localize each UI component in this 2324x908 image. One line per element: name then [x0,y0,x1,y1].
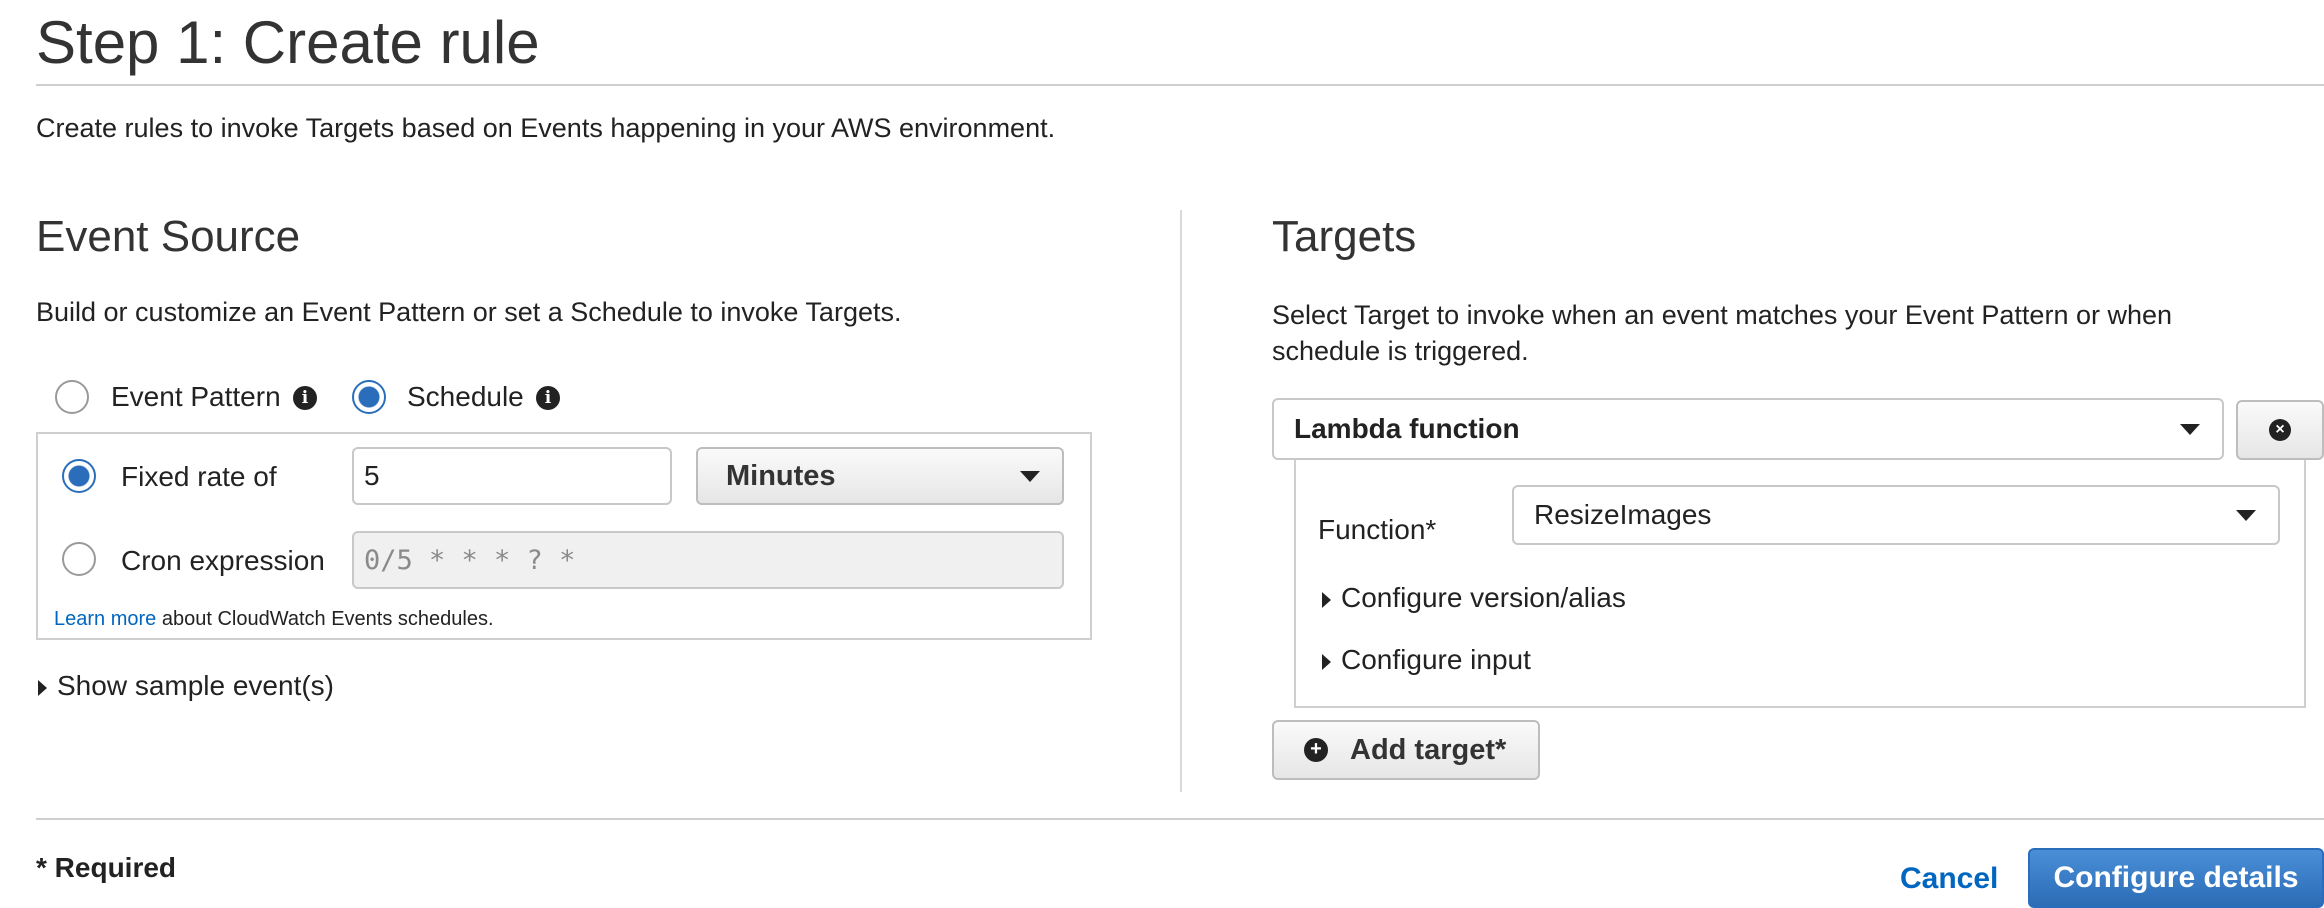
event-pattern-label[interactable]: Event Pattern [111,381,281,413]
caret-right-icon [1322,653,1331,670]
info-icon[interactable]: i [293,386,317,410]
function-value: ResizeImages [1534,499,1712,530]
chevron-down-icon [1020,470,1040,482]
schedule-radio[interactable] [352,380,386,414]
rate-unit-label: Minutes [726,459,836,492]
event-source-heading: Event Source [36,212,301,261]
configure-version-toggle[interactable]: Configure version/alias [1322,582,1626,614]
page-title: Step 1: Create rule [36,9,540,76]
event-pattern-radio[interactable] [55,380,89,414]
cron-expression-radio[interactable] [62,542,96,576]
learn-more-text: about CloudWatch Events schedules. [156,608,494,630]
plus-circle-icon: + [1304,738,1328,762]
cancel-button[interactable]: Cancel [1900,862,1998,896]
fixed-rate-radio[interactable] [62,459,96,493]
schedule-label[interactable]: Schedule [407,381,524,413]
targets-description: Select Target to invoke when an event ma… [1272,300,2173,366]
target-type-label: Lambda function [1294,413,1520,444]
configure-input-toggle[interactable]: Configure input [1322,644,1531,676]
cron-expression-input[interactable]: 0/5 * * * ? * [352,531,1064,589]
footer-divider [36,818,2324,820]
rate-unit-select[interactable]: Minutes [696,447,1064,505]
fixed-rate-label[interactable]: Fixed rate of [121,461,277,493]
event-source-description: Build or customize an Event Pattern or s… [36,297,902,327]
configure-version-label: Configure version/alias [1341,582,1626,613]
add-target-label: Add target* [1350,733,1507,766]
caret-right-icon [38,679,47,696]
column-divider [1180,210,1182,792]
caret-right-icon [1322,591,1331,608]
configure-input-label: Configure input [1341,644,1531,675]
targets-heading: Targets [1272,212,1417,261]
page-description: Create rules to invoke Targets based on … [36,113,1056,143]
remove-target-button[interactable]: × [2236,400,2324,460]
add-target-button[interactable]: + Add target* [1272,720,1540,780]
cron-expression-label[interactable]: Cron expression [121,545,325,577]
chevron-down-icon [2236,509,2256,521]
chevron-down-icon [2180,423,2200,435]
learn-more-line: Learn more about CloudWatch Events sched… [54,608,494,631]
learn-more-link[interactable]: Learn more [54,608,156,630]
show-sample-events-toggle[interactable]: Show sample event(s) [38,670,334,702]
configure-details-button[interactable]: Configure details [2028,848,2324,908]
rate-value: 5 [364,460,380,491]
show-sample-events-label: Show sample event(s) [57,670,335,701]
info-icon[interactable]: i [536,386,560,410]
function-select[interactable]: ResizeImages [1512,485,2280,545]
target-type-select[interactable]: Lambda function [1272,398,2224,460]
required-note: * Required [36,852,177,883]
close-circle-icon: × [2269,419,2291,441]
function-label: Function* [1318,514,1437,545]
rate-value-input[interactable]: 5 [352,447,672,505]
title-divider [36,84,2324,86]
cron-placeholder: 0/5 * * * ? * [364,544,576,576]
